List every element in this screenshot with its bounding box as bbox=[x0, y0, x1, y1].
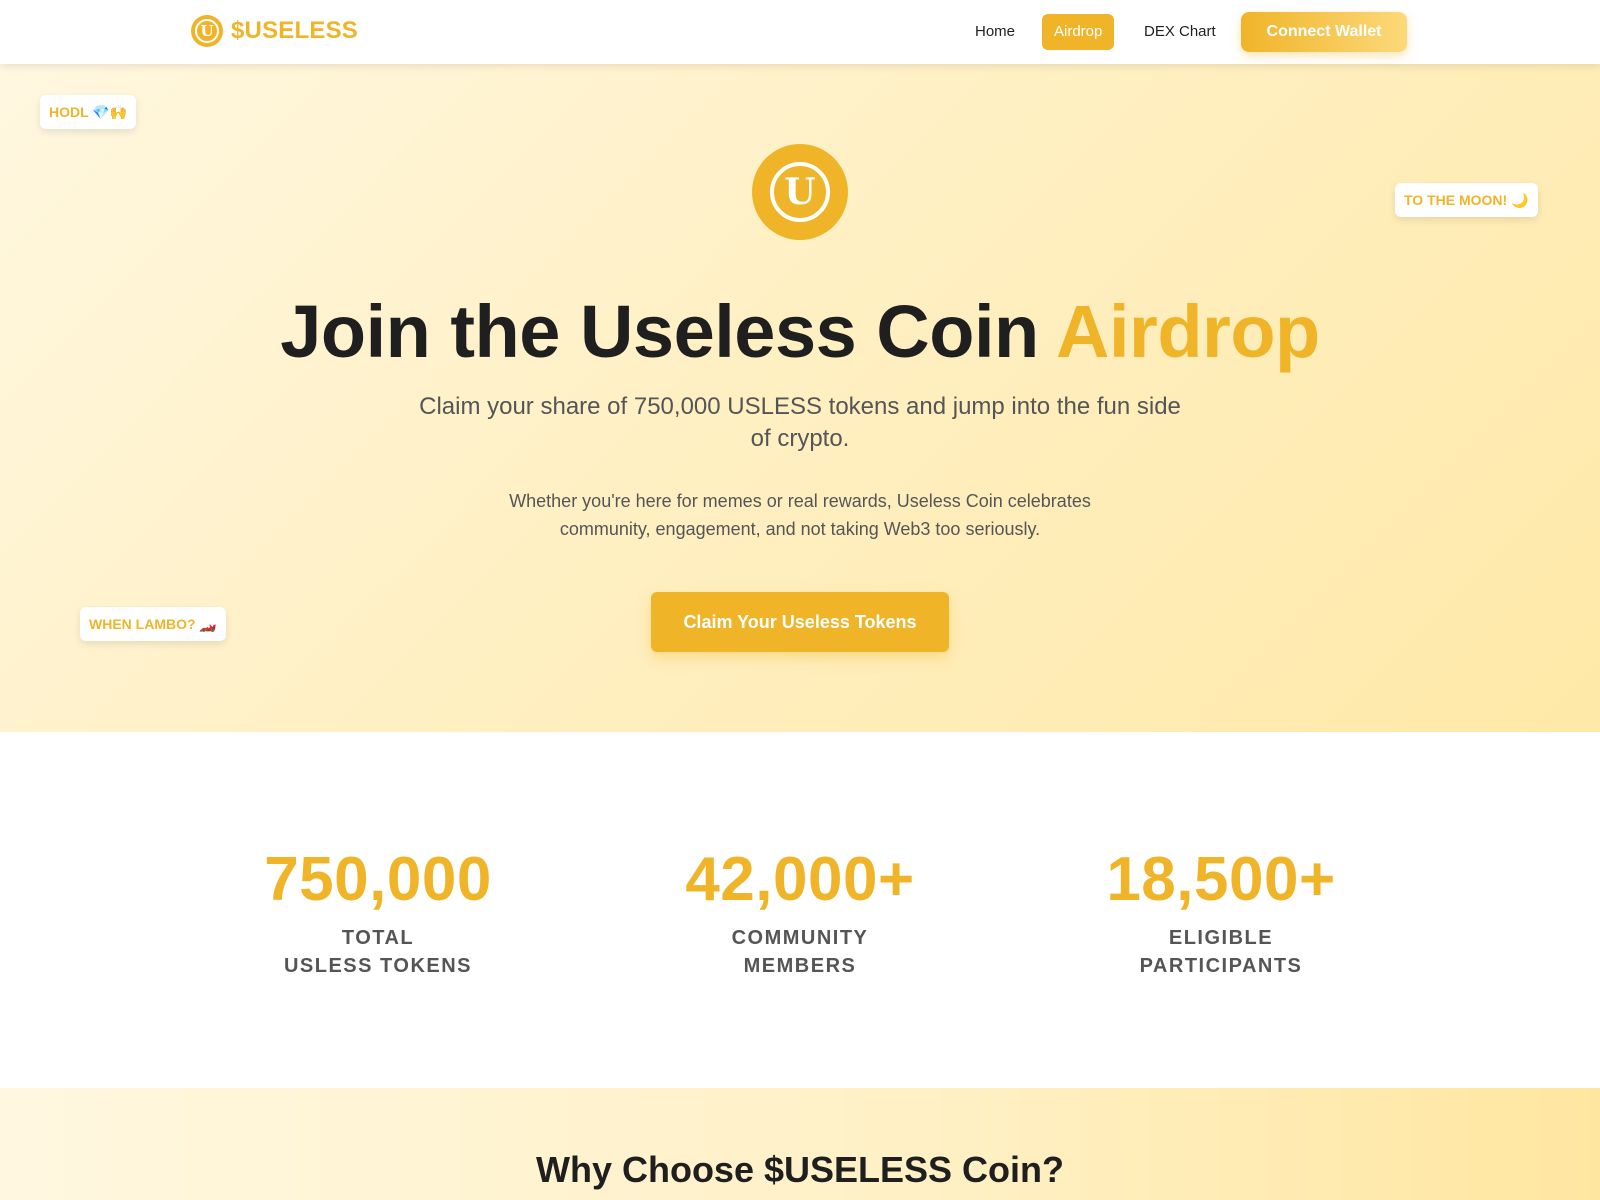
stat-label-line1: TOTAL bbox=[341, 927, 415, 949]
hero-title: Join the Useless Coin Airdrop bbox=[0, 289, 1600, 374]
stat-value: 42,000+ bbox=[685, 845, 915, 914]
stat-label-line2: MEMBERS bbox=[743, 955, 857, 977]
connect-wallet-button[interactable]: Connect Wallet bbox=[1241, 12, 1407, 52]
coin-hero-icon: U bbox=[752, 144, 848, 240]
stat-label: TOTAL USLESS TOKENS bbox=[168, 924, 588, 980]
stat-label: ELIGIBLE PARTICIPANTS bbox=[1011, 924, 1431, 980]
stat-label-line2: USLESS TOKENS bbox=[283, 955, 473, 977]
stat-value: 18,500+ bbox=[1106, 845, 1336, 914]
nav-link-airdrop[interactable]: Airdrop bbox=[1042, 14, 1115, 50]
hodl-sticker: HODL 💎🙌 bbox=[40, 95, 137, 129]
stat-total-tokens: 750,000 TOTAL USLESS TOKENS bbox=[168, 842, 588, 980]
stat-label-line2: PARTICIPANTS bbox=[1139, 955, 1303, 977]
when-lambo-sticker: WHEN LAMBO? 🏎️ bbox=[80, 607, 226, 641]
stats-section: 750,000 TOTAL USLESS TOKENS 42,000+ COMM… bbox=[0, 732, 1600, 1088]
stat-label: COMMUNITY MEMBERS bbox=[590, 924, 1010, 980]
hero-title-main: Join the Useless Coin bbox=[280, 290, 1039, 373]
to-the-moon-sticker: TO THE MOON! 🌙 bbox=[1395, 183, 1538, 217]
coin-hero-letter: U bbox=[770, 162, 830, 222]
stat-label-line1: COMMUNITY bbox=[731, 927, 869, 949]
hero-title-accent: Airdrop bbox=[1056, 290, 1320, 373]
stat-community-members: 42,000+ COMMUNITY MEMBERS bbox=[590, 842, 1010, 980]
top-navbar: U $USELESS Home Airdrop DEX Chart Connec… bbox=[0, 0, 1600, 64]
hero-subtitle: Claim your share of 750,000 USLESS token… bbox=[419, 393, 1181, 452]
why-title: Why Choose $USELESS Coin? bbox=[535, 1149, 1065, 1190]
claim-tokens-button[interactable]: Claim Your Useless Tokens bbox=[651, 592, 949, 652]
nav-link-dex-chart[interactable]: DEX Chart bbox=[1144, 14, 1216, 50]
stat-eligible-participants: 18,500+ ELIGIBLE PARTICIPANTS bbox=[1011, 842, 1431, 980]
why-section: Why Choose $USELESS Coin? bbox=[0, 1088, 1600, 1200]
hero-section: HODL 💎🙌 TO THE MOON! 🌙 WHEN LAMBO? 🏎️ U … bbox=[0, 64, 1600, 732]
nav-link-home[interactable]: Home bbox=[975, 14, 1015, 50]
hero-description: Whether you're here for memes or real re… bbox=[509, 491, 1091, 539]
stat-label-line1: ELIGIBLE bbox=[1168, 927, 1274, 949]
stat-value: 750,000 bbox=[264, 845, 492, 914]
